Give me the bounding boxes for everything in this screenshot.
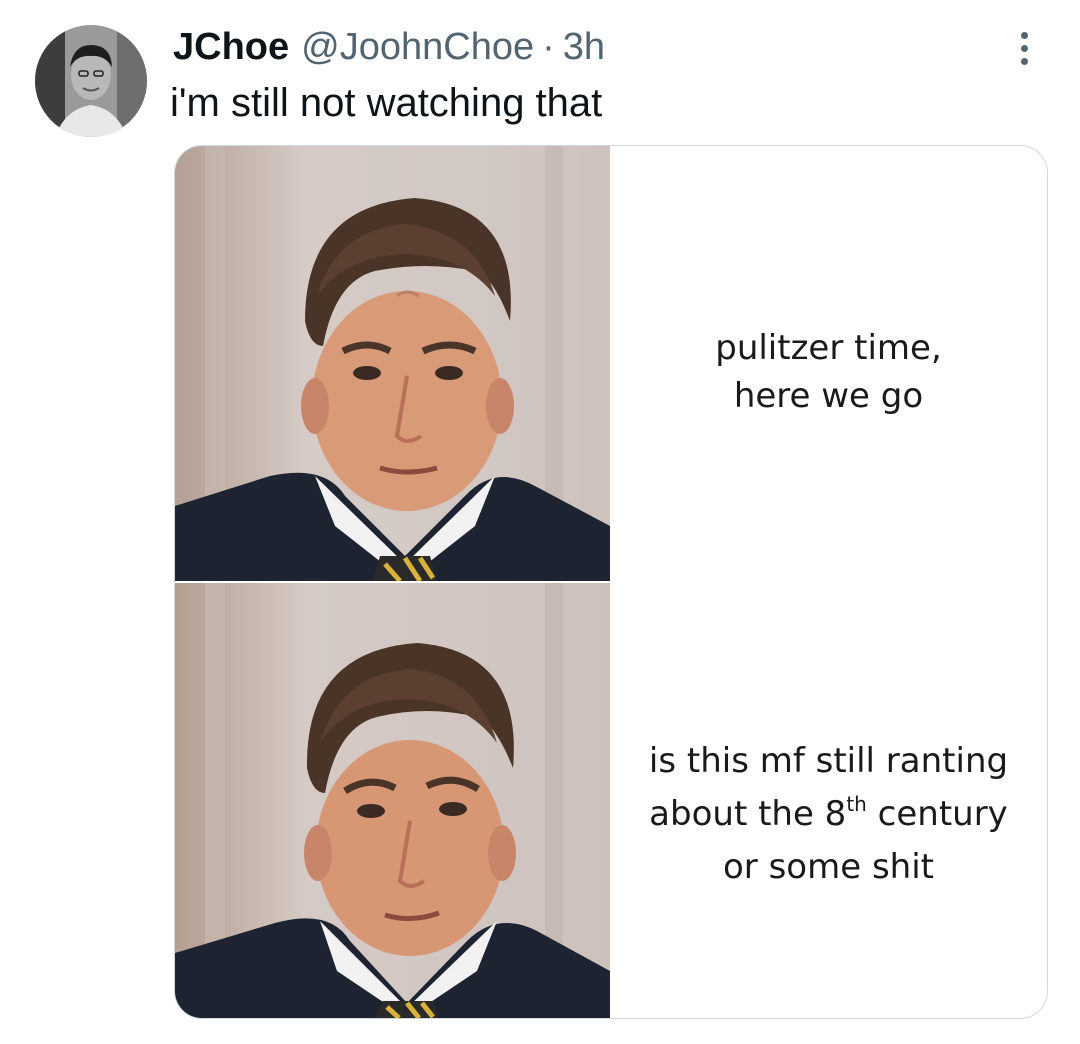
meme-photo-top xyxy=(175,146,610,581)
tweet-header: JChoe @JoohnChoe · 3h xyxy=(173,22,605,72)
caption-bottom-line-2-start: about the 8 xyxy=(649,794,847,834)
more-options-button[interactable] xyxy=(1002,26,1046,70)
meme-photo-bottom xyxy=(175,583,610,1018)
caption-bottom-line-2-end: century xyxy=(866,794,1008,834)
timestamp[interactable]: 3h xyxy=(563,22,605,72)
tweet-text: i'm still not watching that xyxy=(170,81,603,125)
display-name[interactable]: JChoe xyxy=(173,22,289,72)
caption-bottom-superscript: th xyxy=(846,792,867,816)
tweet-media-image[interactable]: pulitzer time, here we go is this mf sti… xyxy=(174,145,1048,1019)
more-dots-icon xyxy=(1020,31,1028,39)
caption-top-line-1: pulitzer time, xyxy=(715,328,942,368)
meme-caption-bottom: is this mf still ranting about the 8th c… xyxy=(610,735,1047,894)
avatar[interactable] xyxy=(35,25,147,137)
caption-bottom-line-1: is this mf still ranting xyxy=(648,741,1009,781)
caption-bottom-line-3: or some shit xyxy=(723,847,934,887)
user-handle[interactable]: @JoohnChoe xyxy=(301,22,534,72)
meme-caption-top: pulitzer time, here we go xyxy=(610,324,1047,420)
separator-dot: · xyxy=(542,26,555,68)
caption-top-line-2: here we go xyxy=(733,376,924,416)
caption-bottom-line-2: about the 8th century xyxy=(610,788,1047,841)
avatar-photo xyxy=(35,25,147,137)
